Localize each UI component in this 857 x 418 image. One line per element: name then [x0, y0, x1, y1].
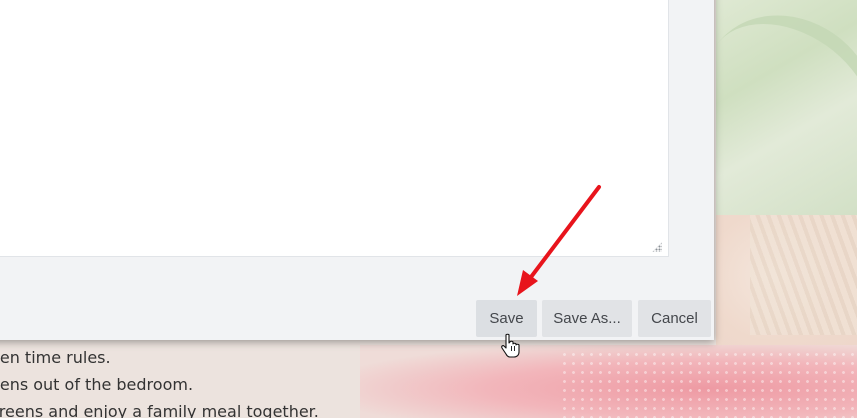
article-line: creens and enjoy a family meal together.	[0, 402, 319, 418]
article-line: eens out of the bedroom.	[0, 375, 194, 394]
background-photo-pattern	[560, 350, 857, 418]
save-button[interactable]: Save	[476, 300, 537, 337]
background-photo-hair	[750, 215, 857, 335]
article-line: een time rules.	[0, 348, 111, 367]
resize-grip-icon[interactable]	[652, 242, 662, 252]
cancel-button[interactable]: Cancel	[638, 300, 711, 337]
background-article-text: een time rules. eens out of the bedroom.…	[0, 344, 370, 418]
save-as-button[interactable]: Save As...	[542, 300, 632, 337]
editor-text-area[interactable]	[0, 0, 669, 257]
save-dialog: Save Save As... Cancel	[0, 0, 714, 340]
